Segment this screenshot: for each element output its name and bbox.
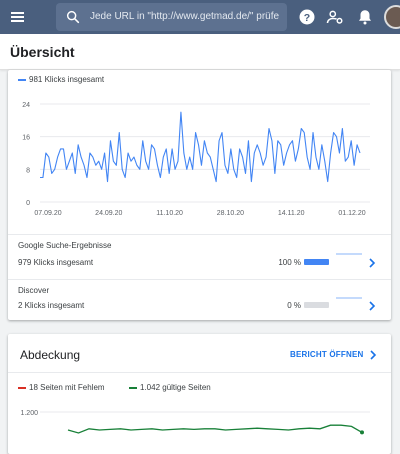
svg-text:?: ?: [304, 12, 310, 24]
row-title-search: Google Suche-Ergebnisse: [18, 241, 112, 250]
chevron-right-icon[interactable]: [368, 350, 378, 360]
x-tick-label: 28.10.20: [217, 210, 244, 217]
search-input[interactable]: Jede URL in "http://www.getmad.de/" prüf…: [90, 11, 279, 22]
y-tick-label: 8: [26, 167, 30, 174]
notifications-icon[interactable]: [356, 8, 374, 26]
row-title-discover: Discover: [18, 286, 50, 295]
sparkline-search: [336, 253, 362, 255]
divider: [8, 372, 391, 373]
valid-legend-label: 1.042 gültige Seiten: [140, 383, 211, 392]
chevron-right-icon[interactable]: [367, 258, 377, 268]
y-tick-label: 1.200: [20, 410, 38, 417]
y-tick-label: 16: [22, 135, 30, 142]
top-app-bar: Jede URL in "http://www.getmad.de/" prüf…: [0, 0, 400, 34]
row-subtitle-search: 979 Klicks insgesamt: [18, 258, 94, 267]
errors-legend-swatch: [18, 387, 26, 389]
help-icon[interactable]: ?: [298, 8, 316, 26]
search-icon: [66, 10, 80, 24]
clicks-line-chart: 0 8 16 24 07.09.20 24.09.20 11.10.20 28.10.20 14…: [22, 102, 370, 217]
menu-icon[interactable]: [8, 7, 28, 27]
row-percent-discover: 0 %: [287, 301, 301, 310]
share-bar-search: [304, 259, 329, 265]
series-line: [67, 424, 363, 434]
coverage-card: Abdeckung BERICHT ÖFFNEN 18 Seiten mit F…: [8, 334, 391, 454]
series-line: [40, 111, 361, 183]
x-tick-label: 07.09.20: [34, 210, 61, 217]
url-inspection-search[interactable]: Jede URL in "http://www.getmad.de/" prüf…: [56, 3, 287, 31]
row-percent-search: 100 %: [278, 258, 301, 267]
sparkline-discover: [336, 297, 362, 299]
y-tick-label: 0: [26, 200, 30, 207]
series-end-point: [360, 430, 364, 435]
open-report-label[interactable]: BERICHT ÖFFNEN: [290, 350, 363, 359]
page-header: Übersicht: [0, 34, 400, 70]
manage-accounts-icon[interactable]: [326, 8, 344, 26]
clicks-legend-swatch: [18, 79, 26, 81]
row-subtitle-discover: 2 Klicks insgesamt: [18, 301, 85, 310]
search-results-row[interactable]: Google Suche-Ergebnisse 979 Klicks insge…: [8, 235, 391, 279]
x-tick-label: 24.09.20: [95, 210, 122, 217]
coverage-line-chart: 1.200: [20, 410, 370, 435]
clicks-legend-label: 981 Klicks insgesamt: [29, 75, 105, 84]
discover-row[interactable]: Discover 2 Klicks insgesamt 0 %: [8, 280, 391, 320]
share-bar-fill-search: [304, 259, 329, 265]
errors-legend-label: 18 Seiten mit Fehlem: [29, 383, 105, 392]
x-tick-label: 01.12.20: [338, 210, 365, 217]
performance-card: 981 Klicks insgesamt 0 8 16 24 07.09.20 24.09…: [8, 70, 391, 320]
share-bar-discover: [304, 302, 329, 308]
x-tick-label: 11.10.20: [156, 210, 183, 217]
y-tick-label: 24: [22, 102, 30, 109]
chevron-right-icon[interactable]: [367, 301, 377, 311]
x-tick-label: 14.11.20: [278, 210, 305, 217]
valid-legend-swatch: [129, 387, 137, 389]
page-title: Übersicht: [10, 44, 75, 60]
avatar[interactable]: [384, 5, 400, 29]
coverage-title: Abdeckung: [20, 348, 81, 362]
